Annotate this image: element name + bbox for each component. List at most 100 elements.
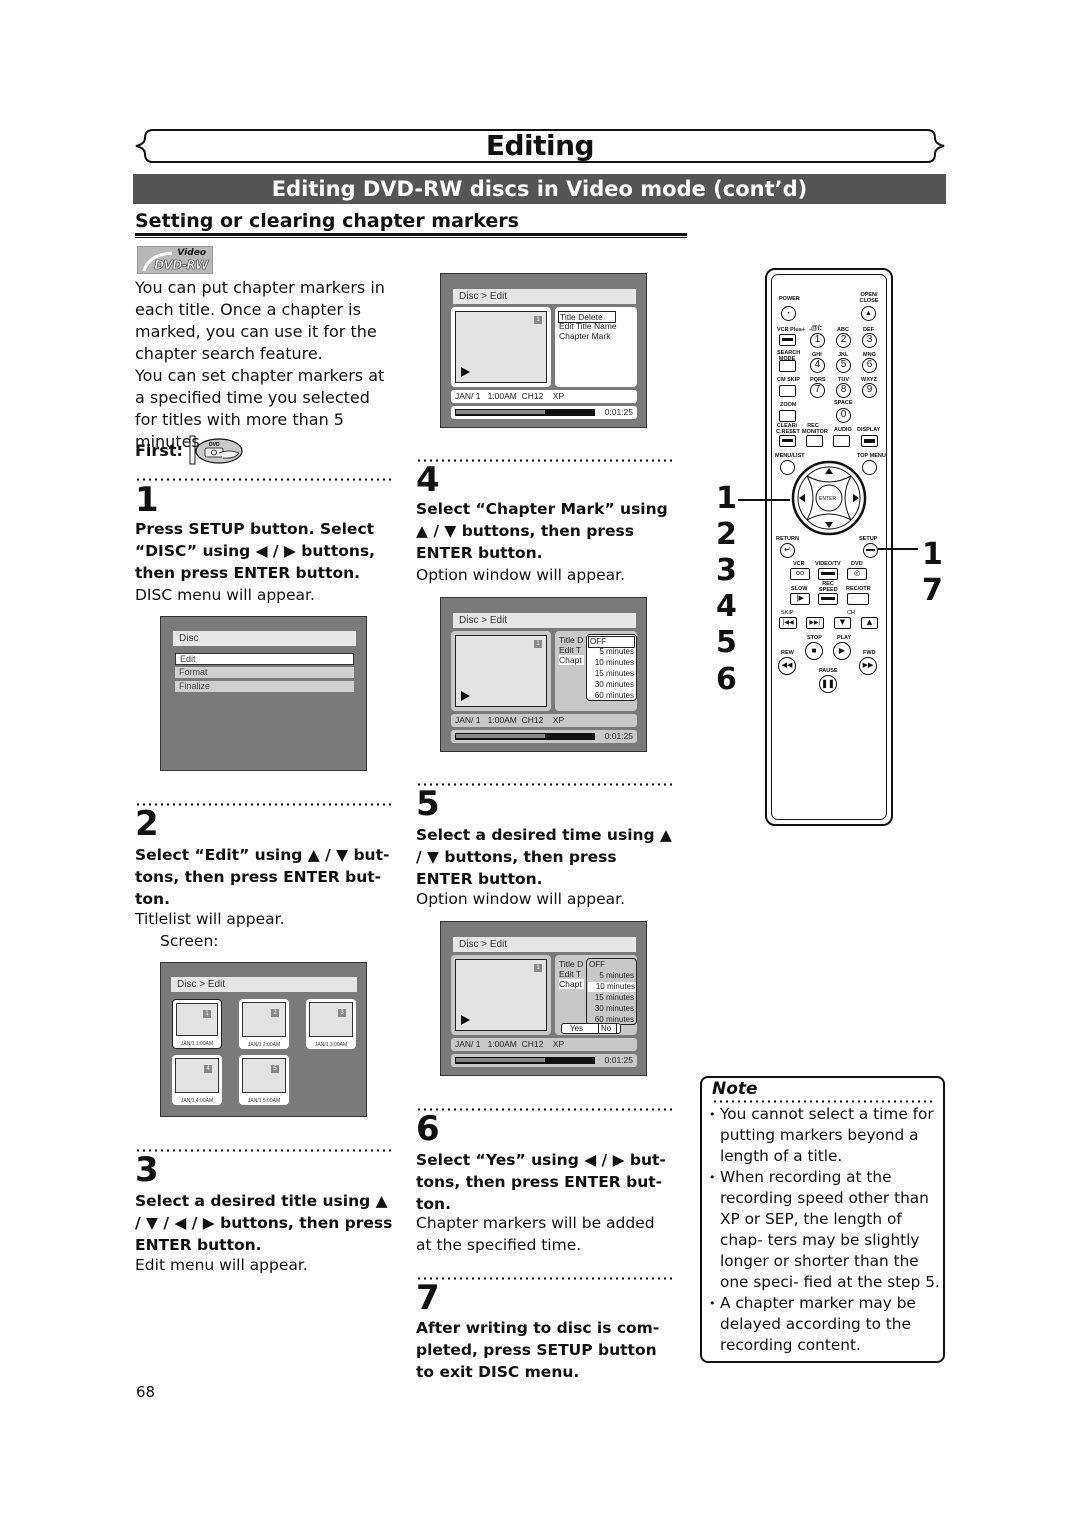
- step-number: 3: [135, 1150, 159, 1190]
- progress-fill: [456, 734, 545, 738]
- channel-down-button[interactable]: ▼: [834, 617, 851, 629]
- callout-step-number: 5: [716, 625, 737, 660]
- play-button[interactable]: ▶: [833, 642, 851, 660]
- step-divider: [416, 1108, 672, 1111]
- callout-step-number: 4: [716, 589, 737, 624]
- title-caption: JAN/1 2:00AM: [247, 1042, 281, 1048]
- digit-7-button[interactable]: 7: [810, 383, 825, 398]
- audio-button[interactable]: [833, 435, 850, 447]
- rewind-button[interactable]: ◀◀: [778, 657, 796, 675]
- rew-label: REW: [781, 650, 794, 656]
- disc-menu-item-format[interactable]: Format: [175, 667, 354, 678]
- stop-button[interactable]: ■: [805, 642, 823, 660]
- step-instruction: Select a desired time using ▲ / ▼ button…: [416, 826, 672, 888]
- option-5-minutes[interactable]: 5 minutes: [599, 971, 634, 981]
- menu-item-title-delete[interactable]: Title D: [559, 635, 583, 645]
- return-button[interactable]: ↵: [780, 543, 795, 558]
- step-divider: [135, 1149, 391, 1152]
- edit-screen-header: Disc > Edit: [453, 289, 636, 304]
- title-thumbnail[interactable]: 1 JAN/1 1:00AM: [172, 999, 222, 1049]
- chapter-mark-option-screen: Disc > Edit 1 Title D Edit T Chapt OFF 5…: [440, 597, 647, 752]
- digit-6-button[interactable]: 6: [862, 358, 877, 373]
- skip-back-button[interactable]: |◀◀: [779, 617, 797, 629]
- title-preview: 1: [455, 311, 547, 383]
- option-15-minutes[interactable]: 15 minutes: [595, 993, 634, 1003]
- digit-0-button[interactable]: 0: [836, 408, 851, 423]
- search-mode-button[interactable]: [779, 360, 796, 372]
- title-thumbnail[interactable]: 5 JAN/1 5:00AM: [239, 1055, 289, 1105]
- badge-video-label: Video: [177, 248, 206, 258]
- vcr-button[interactable]: oo: [790, 568, 810, 580]
- step-divider: [135, 803, 391, 806]
- display-label: DISPLAY: [857, 427, 881, 433]
- rec-monitor-button[interactable]: [806, 435, 823, 447]
- digit-8-button[interactable]: 8: [836, 383, 851, 398]
- menu-item-chapter-mark[interactable]: Chapt: [559, 655, 584, 665]
- step-instruction: Select “Yes” using ◀ / ▶ but- tons, then…: [416, 1151, 666, 1213]
- digit-9-button[interactable]: 9: [862, 383, 877, 398]
- disc-menu-header: Disc: [173, 631, 356, 646]
- menu-item-edit-title-name[interactable]: Edit T: [559, 969, 581, 979]
- clear-label: CLEAR/ C.RESET: [776, 423, 800, 435]
- option-5-minutes[interactable]: 5 minutes: [599, 647, 634, 657]
- no-button[interactable]: No: [598, 1023, 618, 1034]
- digit-4-button[interactable]: 4: [810, 358, 825, 373]
- slow-button[interactable]: |▶: [790, 593, 810, 605]
- digit-1-button[interactable]: 1: [810, 333, 825, 348]
- cm-skip-button[interactable]: [779, 385, 796, 397]
- badge-dvdrw-label: DVD-RW: [154, 258, 209, 273]
- option-10-minutes[interactable]: 10 minutes: [588, 982, 636, 992]
- disc-menu-item-finalize[interactable]: Finalize: [175, 681, 354, 692]
- step-number: 1: [135, 480, 159, 520]
- dvd-button[interactable]: ◎: [847, 568, 867, 580]
- option-30-minutes[interactable]: 30 minutes: [595, 680, 634, 690]
- menu-item-title-delete[interactable]: Title D: [559, 959, 583, 969]
- callout-step-number: 3: [716, 553, 737, 588]
- power-button[interactable]: •: [781, 306, 796, 321]
- skip-forward-button[interactable]: ▶▶|: [806, 617, 824, 629]
- channel-up-button[interactable]: ▲: [861, 617, 878, 629]
- note-item: When recording at the recording speed ot…: [708, 1167, 940, 1293]
- clear-button[interactable]: [779, 435, 796, 447]
- enter-button[interactable]: ENTER: [819, 496, 836, 502]
- zoom-button[interactable]: [779, 410, 796, 422]
- yes-button[interactable]: Yes: [570, 1024, 583, 1033]
- menu-item-edit-title-name[interactable]: Edit Title Name: [559, 321, 617, 331]
- title-thumbnail[interactable]: 4 JAN/1 4:00AM: [172, 1055, 222, 1105]
- menu-item-chapter-mark[interactable]: Chapter Mark: [559, 331, 611, 341]
- key1-label: .@/:: [809, 325, 823, 332]
- digit-2-button[interactable]: 2: [836, 333, 851, 348]
- option-off[interactable]: OFF: [589, 960, 605, 970]
- option-30-minutes[interactable]: 30 minutes: [595, 1004, 634, 1014]
- pause-button[interactable]: ❚❚: [819, 675, 837, 693]
- option-10-minutes[interactable]: 10 minutes: [595, 658, 634, 668]
- play-icon: [461, 691, 470, 701]
- edit-screen-header: Disc > Edit: [453, 937, 636, 952]
- vcr-plus-button[interactable]: [779, 334, 796, 346]
- option-15-minutes[interactable]: 15 minutes: [595, 669, 634, 679]
- dvd-button-icon: DVD: [189, 435, 245, 465]
- rec-speed-button[interactable]: [818, 593, 838, 605]
- title-caption: JAN/1 4:00AM: [180, 1098, 214, 1104]
- option-60-minutes[interactable]: 60 minutes: [595, 691, 634, 701]
- rec-otr-button[interactable]: [847, 593, 869, 605]
- callout-step-number: 6: [716, 662, 737, 697]
- menu-list-label: MENU/LIST: [775, 453, 805, 459]
- title-number: 3: [338, 1009, 346, 1017]
- step-divider: [416, 459, 672, 462]
- slow-label: SLOW: [791, 586, 808, 592]
- digit-3-button[interactable]: 3: [862, 333, 877, 348]
- title-thumbnail[interactable]: 2 JAN/1 2:00AM: [239, 999, 289, 1049]
- title-thumbnail[interactable]: 3 JAN/1 3:00AM: [306, 999, 356, 1049]
- disc-menu-item-edit[interactable]: Edit: [175, 653, 354, 665]
- menu-item-edit-title-name[interactable]: Edit T: [559, 645, 581, 655]
- return-label: RETURN: [776, 536, 799, 542]
- setup-button[interactable]: [863, 543, 878, 558]
- open-close-button[interactable]: ▲: [861, 306, 876, 321]
- fast-forward-button[interactable]: ▶▶: [859, 657, 877, 675]
- video-tv-button[interactable]: [818, 568, 838, 580]
- display-button[interactable]: [861, 435, 878, 447]
- menu-item-chapter-mark[interactable]: Chapt: [559, 979, 584, 989]
- digit-5-button[interactable]: 5: [836, 358, 851, 373]
- stop-label: STOP: [807, 635, 822, 641]
